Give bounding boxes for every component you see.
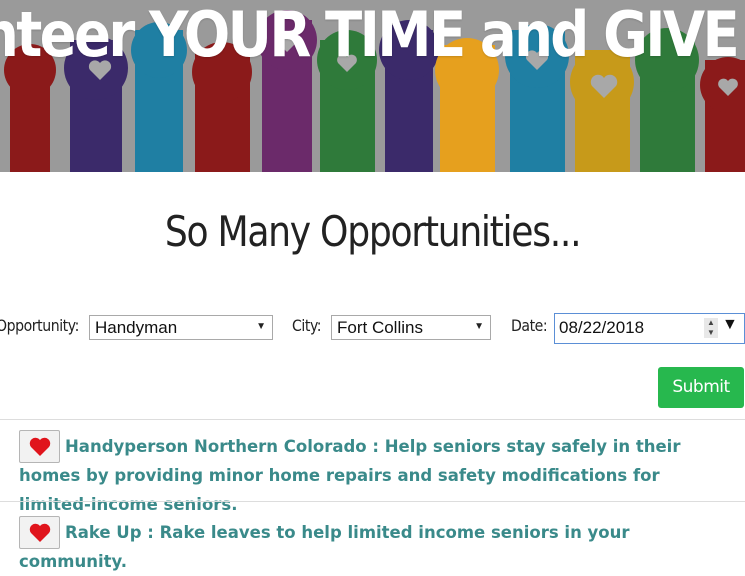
divider [0, 501, 745, 502]
opportunity-label: Opportunity: [0, 316, 79, 335]
opportunity-select-value: Handyman [95, 318, 178, 337]
banner-title: nteer YOUR TIME and GIVE B [0, 0, 745, 71]
date-dropdown-icon[interactable]: ▼ [722, 316, 738, 334]
city-select[interactable]: Fort Collins ▼ [331, 315, 491, 340]
hero-banner: nteer YOUR TIME and GIVE B [0, 0, 745, 172]
listing-title[interactable]: Rake Up : Rake leaves to help limited in… [19, 518, 729, 576]
city-label: City: [292, 316, 322, 335]
spinner-icon[interactable]: ▲ ▼ [704, 318, 718, 338]
submit-button[interactable]: Submit [658, 367, 744, 408]
page-title-text: So Many Opportunities... [164, 207, 582, 256]
page-title: So Many Opportunities... [0, 207, 745, 256]
chevron-down-icon: ▼ [256, 321, 266, 332]
listing-title[interactable]: Handyperson Northern Colorado : Help sen… [19, 432, 729, 519]
divider [0, 419, 745, 420]
opportunity-select[interactable]: Handyman ▼ [89, 315, 273, 340]
date-input-value: 08/22/2018 [559, 318, 645, 337]
chevron-down-icon: ▼ [474, 321, 484, 332]
date-label: Date: [511, 316, 548, 335]
city-select-value: Fort Collins [337, 318, 423, 337]
